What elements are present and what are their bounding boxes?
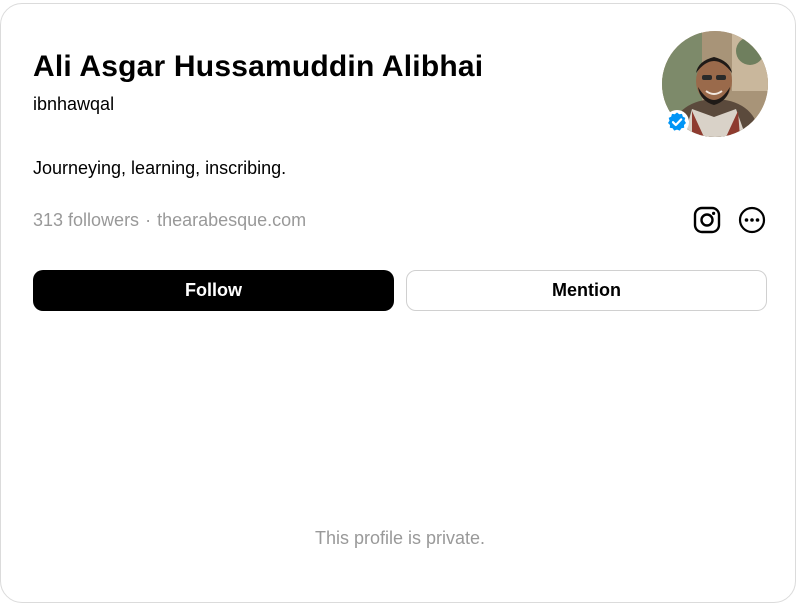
- profile-card: Ali Asgar Hussamuddin Alibhai ibnhawqal: [0, 3, 796, 603]
- profile-bio: Journeying, learning, inscribing.: [33, 158, 287, 178]
- meta-separator: ·: [145, 210, 152, 230]
- follow-button[interactable]: Follow: [33, 270, 394, 311]
- more-options-icon[interactable]: [737, 205, 767, 235]
- verified-badge-icon: [665, 110, 689, 134]
- profile-username: ibnhawqal: [33, 94, 115, 114]
- instagram-icon[interactable]: [692, 205, 722, 235]
- private-profile-notice: This profile is private.: [314, 528, 486, 548]
- profile-meta: 313 followers · thearabesque.com: [33, 210, 306, 231]
- profile-full-name: Ali Asgar Hussamuddin Alibhai: [33, 50, 484, 83]
- website-link[interactable]: thearabesque.com: [157, 210, 306, 230]
- followers-count[interactable]: 313 followers: [33, 210, 139, 230]
- mention-button[interactable]: Mention: [406, 270, 767, 311]
- avatar-container[interactable]: [662, 31, 768, 137]
